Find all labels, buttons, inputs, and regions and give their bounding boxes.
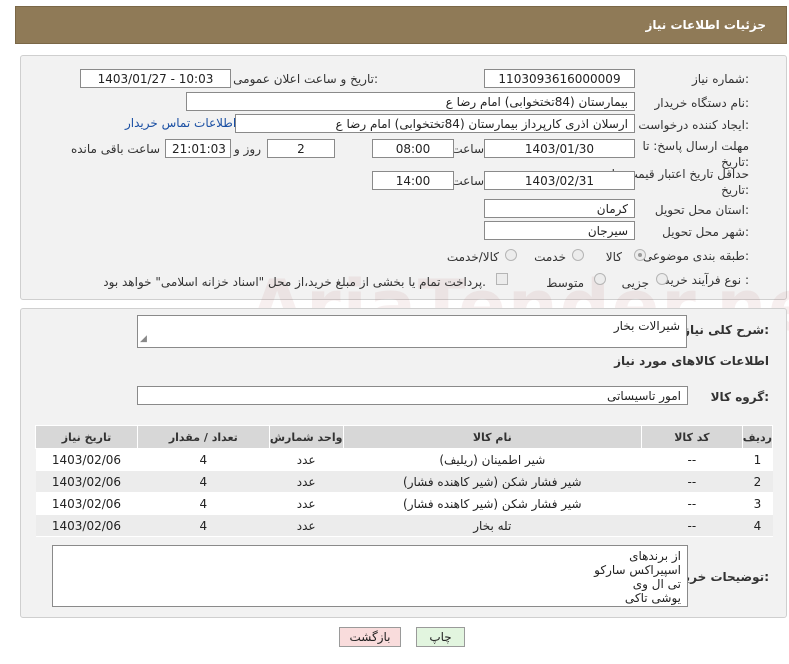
reply-time-label: ساعت bbox=[451, 142, 484, 156]
table-row: 1 -- شیر اطمینان (ریلیف) عدد 4 1403/02/0… bbox=[35, 448, 773, 471]
cell-unit: عدد bbox=[269, 514, 344, 537]
goods-group-field: امور تاسیساتی bbox=[137, 386, 688, 405]
table-row: 2 -- شیر فشار شکن (شیر کاهنده فشار) عدد … bbox=[35, 470, 773, 493]
col-name: نام کالا bbox=[342, 425, 642, 449]
buyer-contact-link[interactable]: اطلاعات تماس خریدار bbox=[125, 116, 236, 130]
price-date-field: 1403/02/31 bbox=[484, 171, 635, 190]
category-radio-service[interactable] bbox=[572, 249, 584, 261]
cell-name: شیر فشار شکن (شیر کاهنده فشار) bbox=[343, 492, 642, 515]
cell-row: 4 bbox=[742, 514, 773, 537]
goods-section-title: اطلاعات کالاهای مورد نیاز bbox=[614, 354, 769, 368]
summary-text: شیرالات بخار bbox=[613, 319, 680, 333]
cell-row: 3 bbox=[742, 492, 773, 515]
summary-textarea[interactable]: شیرالات بخار ◢ bbox=[137, 315, 687, 348]
cell-date: 1403/02/06 bbox=[35, 470, 138, 493]
days-label: روز و bbox=[234, 142, 261, 156]
need-number-label: شماره نیاز: bbox=[691, 72, 749, 86]
need-number-field: 1103093616000009 bbox=[484, 69, 635, 88]
category-label: طبقه بندی موضوعی: bbox=[642, 249, 749, 263]
price-time-field: 14:00 bbox=[372, 171, 454, 190]
reply-time-field: 08:00 bbox=[372, 139, 454, 158]
col-code: کد کالا bbox=[640, 425, 743, 449]
summary-label: شرح کلی نیاز: bbox=[683, 323, 769, 337]
page-title: جزئیات اطلاعات نیاز bbox=[645, 18, 766, 32]
cell-date: 1403/02/06 bbox=[35, 448, 138, 471]
buyer-notes-textarea[interactable]: از برندهای اسپیراکس سارکو تی ال وی یوشی … bbox=[52, 545, 688, 607]
announce-label: تاریخ و ساعت اعلان عمومی: bbox=[233, 72, 378, 86]
treasury-payment-checkbox[interactable] bbox=[496, 273, 508, 285]
goods-table: ردیف کد کالا نام کالا واحد شمارش تعداد /… bbox=[35, 425, 774, 537]
table-row: 3 -- شیر فشار شکن (شیر کاهنده فشار) عدد … bbox=[35, 492, 773, 515]
category-option-goods: کالا bbox=[605, 250, 622, 264]
col-quantity: تعداد / مقدار bbox=[136, 425, 270, 449]
cell-code: -- bbox=[641, 470, 743, 493]
goods-group-label: گروه کالا: bbox=[710, 390, 769, 404]
remaining-time-label: ساعت باقی مانده bbox=[70, 142, 160, 156]
province-label: استان محل تحویل: bbox=[654, 203, 749, 217]
print-button[interactable]: چاپ bbox=[416, 627, 465, 647]
col-date: تاریخ نیاز bbox=[35, 425, 138, 449]
col-unit: واحد شمارش bbox=[268, 425, 344, 449]
cell-unit: عدد bbox=[269, 448, 344, 471]
remaining-time-field: 21:01:03 bbox=[165, 139, 231, 158]
days-field: 2 bbox=[267, 139, 335, 158]
city-label: شهر محل تحویل: bbox=[662, 225, 749, 239]
process-radio-minor[interactable] bbox=[656, 273, 668, 285]
price-time-label: ساعت bbox=[451, 174, 484, 188]
category-option-service: خدمت bbox=[534, 250, 566, 264]
cell-code: -- bbox=[641, 514, 743, 537]
reply-date-field: 1403/01/30 bbox=[484, 139, 635, 158]
table-row: 4 -- تله بخار عدد 4 1403/02/06 bbox=[35, 514, 773, 537]
buyer-notes-line: از برندهای bbox=[629, 549, 681, 563]
cell-code: -- bbox=[641, 492, 743, 515]
buyer-org-label: نام دستگاه خریدار: bbox=[654, 96, 750, 110]
announce-field: 1403/01/27 - 10:03 bbox=[80, 69, 231, 88]
cell-unit: عدد bbox=[269, 492, 344, 515]
creator-field: ارسلان اذری کارپرداز بیمارستان (84تختخوا… bbox=[235, 114, 635, 133]
cell-name: شیر اطمینان (ریلیف) bbox=[343, 448, 642, 471]
category-radio-goods-service[interactable] bbox=[505, 249, 517, 261]
buyer-notes-line: یوشی تاکی bbox=[624, 591, 681, 605]
cell-quantity: 4 bbox=[137, 470, 270, 493]
cell-quantity: 4 bbox=[137, 514, 270, 537]
cell-quantity: 4 bbox=[137, 448, 270, 471]
cell-code: -- bbox=[641, 448, 743, 471]
buyer-notes-line: تی ال وی bbox=[632, 577, 681, 591]
cell-name: شیر فشار شکن (شیر کاهنده فشار) bbox=[343, 470, 642, 493]
cell-date: 1403/02/06 bbox=[35, 492, 138, 515]
cell-row: 1 bbox=[742, 448, 773, 471]
back-button[interactable]: بازگشت bbox=[339, 627, 401, 647]
cell-unit: عدد bbox=[269, 470, 344, 493]
buyer-notes-line: اسپیراکس سارکو bbox=[594, 563, 681, 577]
process-radio-medium[interactable] bbox=[594, 273, 606, 285]
category-radio-goods[interactable] bbox=[634, 249, 646, 261]
col-row: ردیف bbox=[741, 425, 774, 449]
creator-label: ایجاد کننده درخواست: bbox=[638, 118, 749, 132]
buyer-org-field: بیمارستان (84تختخوابی) امام رضا ع bbox=[186, 92, 635, 111]
cell-row: 2 bbox=[742, 470, 773, 493]
resize-grip-icon: ◢ bbox=[140, 334, 147, 344]
city-field: سیرجان bbox=[484, 221, 635, 240]
treasury-payment-note: پرداخت تمام یا بخشی از مبلغ خرید،از محل … bbox=[103, 275, 486, 289]
process-option-minor: جزیی bbox=[621, 276, 649, 290]
cell-name: تله بخار bbox=[343, 514, 642, 537]
page-header: جزئیات اطلاعات نیاز bbox=[15, 6, 787, 44]
process-option-medium: متوسط bbox=[546, 276, 584, 290]
province-field: کرمان bbox=[484, 199, 635, 218]
cell-date: 1403/02/06 bbox=[35, 514, 138, 537]
cell-quantity: 4 bbox=[137, 492, 270, 515]
category-option-goods-service: کالا/خدمت bbox=[446, 250, 499, 264]
process-label: نوع فرآیند خرید : bbox=[664, 273, 749, 287]
goods-table-header: ردیف کد کالا نام کالا واحد شمارش تعداد /… bbox=[35, 425, 774, 449]
